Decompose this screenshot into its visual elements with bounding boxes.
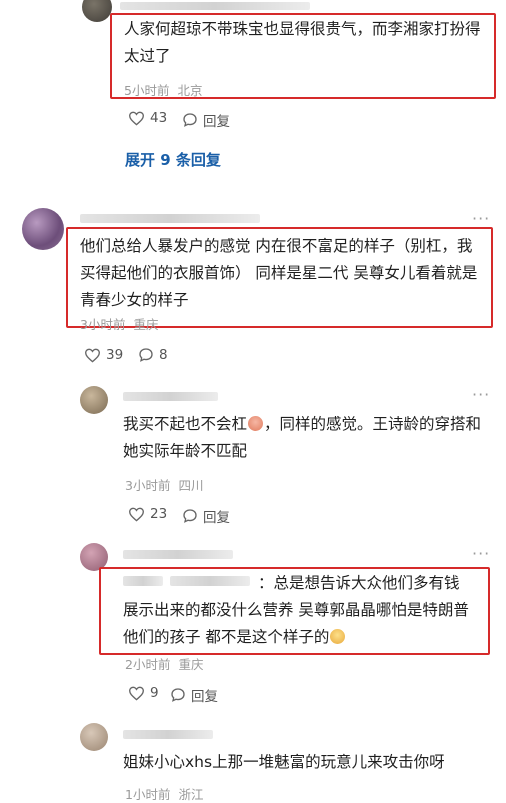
comment-time: 3小时前 [80,317,126,332]
username-blurred[interactable] [123,392,218,401]
reply-text: 姐妹小心xhs上那一堆魅富的玩意儿来攻击你呀 [123,753,445,771]
like-count: 9 [150,685,159,701]
avatar[interactable] [80,386,108,414]
more-dots-icon[interactable]: ··· [472,387,490,403]
like-button[interactable]: 43 [128,110,167,126]
like-button[interactable]: 39 [84,347,123,363]
like-button[interactable]: 9 [128,685,159,701]
comment-meta: 3小时前 重庆 [80,317,158,333]
reply-label: 回复 [203,510,230,526]
comment-bubble-icon [139,348,153,362]
reply-location: 四川 [178,478,204,493]
reply-button[interactable]: 回复 [170,685,218,705]
username-blurred[interactable] [80,214,260,223]
heart-icon [128,686,145,701]
reply-text-part: ：总是想告诉大众他们多有钱 展示出来的都没什么营养 吴尊郭晶晶哪怕是特朗普他们的… [123,574,469,646]
comment-bubble-icon [183,113,197,127]
like-count: 43 [150,110,168,126]
reply-text-part: 我买不起也不会杠 [123,415,248,433]
reply-location: 重庆 [178,657,204,672]
emoji-icon [248,416,264,431]
reply-time: 3小时前 [125,478,171,493]
reply-location: 浙江 [178,787,204,802]
comment-location: 重庆 [133,317,159,332]
reply-text: 我买不起也不会杠 ，同样的感觉。王诗龄的穿搭和她实际年龄不匹配 [123,411,483,465]
username-blurred[interactable] [123,550,233,559]
reply-meta: 1小时前 浙江 [125,787,203,803]
comment-bubble-icon [183,509,197,523]
reply-count: 8 [159,347,168,363]
reply-label: 回复 [203,114,230,130]
reply-label: 回复 [191,689,218,705]
comment-time: 5小时前 [124,83,170,98]
username-blurred[interactable] [120,2,310,10]
heart-icon [128,507,145,522]
reply-button[interactable]: 回复 [182,110,230,130]
like-count: 23 [150,506,168,522]
like-count: 39 [106,347,124,363]
reply-time: 2小时前 [125,657,171,672]
heart-icon [128,111,145,126]
comment-bubble-icon [171,688,185,702]
reply-button[interactable]: 8 [138,347,168,363]
more-dots-icon[interactable]: ··· [472,211,490,227]
avatar[interactable] [22,208,64,250]
emoji-icon [330,629,346,644]
reply-time: 1小时前 [125,787,171,802]
comment-location: 北京 [177,83,203,98]
avatar[interactable] [80,723,108,751]
expand-replies-link[interactable]: 展开 9 条回复 [125,149,221,170]
username-blurred[interactable] [123,730,213,739]
reply-meta: 2小时前 重庆 [125,657,203,673]
reply-text: ：总是想告诉大众他们多有钱 展示出来的都没什么营养 吴尊郭晶晶哪怕是特朗普他们的… [123,570,478,651]
reply-button[interactable]: 回复 [182,506,230,526]
heart-icon [84,348,101,363]
like-button[interactable]: 23 [128,506,167,522]
more-dots-icon[interactable]: ··· [472,546,490,562]
comment-text: 人家何超琼不带珠宝也显得很贵气，而李湘家打扮得太过了 [124,20,481,65]
avatar[interactable] [82,0,112,22]
comment-meta: 5小时前 北京 [124,83,202,99]
comment-text: 他们总给人暴发户的感觉 内在很不富足的样子（别杠，我买得起他们的衣服首饰） 同样… [80,237,478,309]
reply-meta: 3小时前 四川 [125,478,203,494]
